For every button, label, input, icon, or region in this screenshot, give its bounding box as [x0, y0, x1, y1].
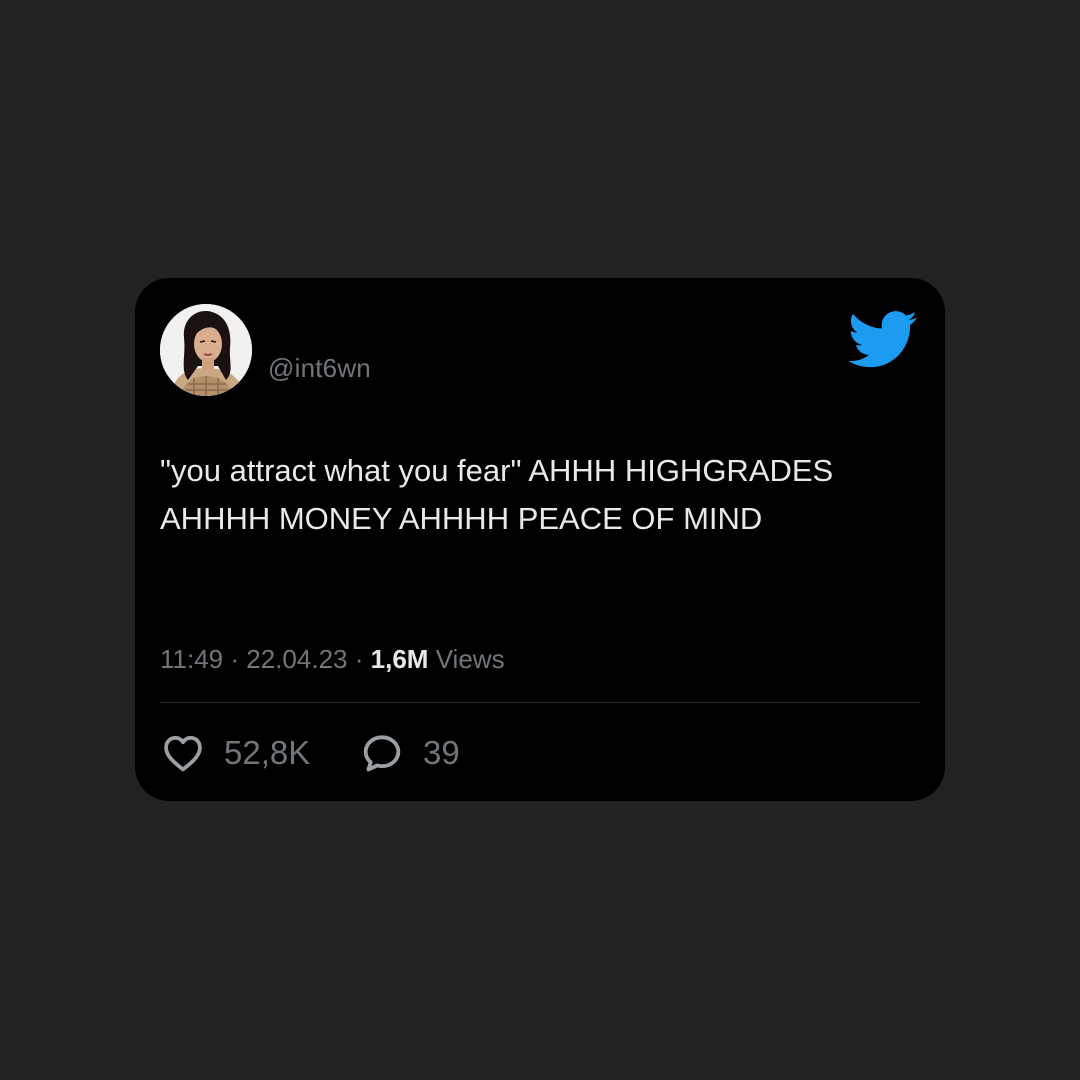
twitter-bird-icon [848, 311, 918, 368]
heart-icon [164, 735, 202, 772]
meta-separator: · [230, 644, 240, 674]
like-button[interactable]: 52,8K [162, 730, 310, 776]
reply-button[interactable]: 39 [361, 730, 460, 776]
tweet-date[interactable]: 22.04.23 [246, 644, 347, 674]
meta-separator: · [354, 644, 364, 674]
tweet-card[interactable]: @int6wn "you attract what you fear" AHHH… [135, 278, 945, 801]
avatar-photo [160, 304, 252, 396]
tweet-time[interactable]: 11:49 [160, 644, 223, 674]
views-count[interactable]: 1,6M [371, 644, 429, 674]
tweet-text: "you attract what you fear" AHHH HIGHGRA… [160, 453, 834, 536]
divider [160, 702, 920, 703]
user-handle[interactable]: @int6wn [268, 353, 371, 384]
tweet-meta: 11:49 · 22.04.23 · 1,6M Views [160, 644, 505, 675]
like-count: 52,8K [224, 734, 311, 771]
views-label: Views [435, 644, 505, 674]
avatar[interactable] [160, 304, 252, 396]
speech-bubble-icon [363, 735, 401, 772]
reply-count: 39 [423, 734, 460, 771]
